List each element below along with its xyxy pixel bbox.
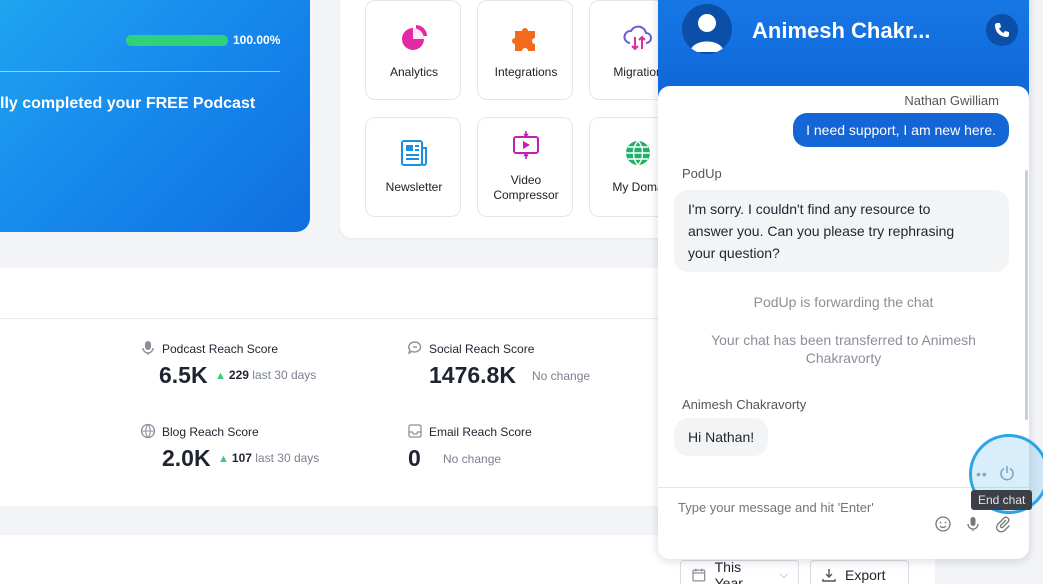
user-icon xyxy=(690,14,724,52)
emoji-icon[interactable] xyxy=(934,515,952,533)
card-divider xyxy=(0,71,280,72)
inbox-icon xyxy=(408,424,422,438)
end-chat-tooltip: End chat xyxy=(971,490,1033,510)
microphone-icon[interactable] xyxy=(964,515,982,533)
message-bubble-user: I need support, I am new here. xyxy=(793,113,1009,147)
stat-delta: ▲ 107 last 30 days xyxy=(218,451,320,465)
message-bubble-agent: Hi Nathan! xyxy=(674,418,769,456)
app-analytics[interactable]: Analytics xyxy=(365,0,461,100)
progress-bar xyxy=(126,35,228,46)
pie-chart-icon xyxy=(366,21,462,55)
puzzle-icon xyxy=(478,21,574,55)
message-sender-bot: PodUp xyxy=(682,166,722,181)
call-button[interactable] xyxy=(986,14,1018,46)
message-bubble-bot: I'm sorry. I couldn't find any resource … xyxy=(674,190,1009,272)
message-input[interactable] xyxy=(678,500,938,515)
chat-messages: Nathan Gwilliam I need support, I am new… xyxy=(658,86,1029,486)
stat-value: 1476.8K xyxy=(429,362,516,388)
panel-divider xyxy=(0,318,680,319)
agent-name: Animesh Chakr... xyxy=(752,18,931,43)
globe-icon xyxy=(140,423,156,439)
message-sender-agent: Animesh Chakravorty xyxy=(682,397,807,412)
stat-title: Social Reach Score xyxy=(429,342,535,356)
reach-scores-panel: Podcast Reach Score 6.5K ▲ 229 last 30 da… xyxy=(0,268,680,506)
stat-value: 6.5K xyxy=(159,362,208,388)
message-sender-user: Nathan Gwilliam xyxy=(904,93,999,108)
phone-icon xyxy=(995,23,1009,37)
stat-value: 0 xyxy=(408,445,421,471)
power-icon[interactable] xyxy=(998,464,1016,482)
newsletter-icon xyxy=(366,136,462,170)
system-message: PodUp is forwarding the chat xyxy=(753,294,934,310)
stat-title: Email Reach Score xyxy=(429,425,532,439)
onboarding-progress-card: 100.00% lly completed your FREE Podcast xyxy=(0,0,310,232)
progress-bar-fill xyxy=(126,35,228,46)
system-message-transfer: Your chat has been transferred to Animes… xyxy=(711,332,976,366)
app-newsletter[interactable]: Newsletter xyxy=(365,117,461,217)
more-options-icon[interactable]: •• xyxy=(976,466,988,482)
stat-title: Blog Reach Score xyxy=(162,425,259,439)
app-label-line2: Compressor xyxy=(493,188,559,202)
export-label: Export xyxy=(845,567,886,583)
download-icon xyxy=(822,569,836,582)
stat-status: No change xyxy=(532,369,591,383)
app-label: Analytics xyxy=(389,65,439,79)
app-label: Integrations xyxy=(494,65,558,79)
apps-panel: Analytics Integrations Migration Newslet… xyxy=(340,0,700,238)
app-video-compressor[interactable]: Video Compressor xyxy=(477,117,573,217)
stat-value: 2.0K xyxy=(162,445,211,471)
app-integrations[interactable]: Integrations xyxy=(477,0,573,100)
export-button[interactable]: Export xyxy=(810,560,909,584)
progress-message: lly completed your FREE Podcast xyxy=(0,95,256,112)
progress-percent: 100.00% xyxy=(233,33,281,47)
video-compress-icon xyxy=(478,128,574,162)
microphone-icon xyxy=(142,341,154,355)
calendar-icon xyxy=(692,568,706,582)
app-label-line1: Video xyxy=(510,173,542,187)
chat-scrollbar[interactable] xyxy=(1025,170,1028,420)
stat-delta: ▲ 229 last 30 days xyxy=(215,368,317,382)
chat-bubble-icon xyxy=(407,341,422,355)
period-select-button[interactable]: This Year ⌵ xyxy=(680,559,799,584)
app-label: Newsletter xyxy=(385,180,443,194)
chevron-down-icon: ⌵ xyxy=(779,568,788,581)
chat-header: Animesh Chakr... xyxy=(658,0,1029,100)
stat-title: Podcast Reach Score xyxy=(162,342,279,356)
stat-status: No change xyxy=(443,452,502,466)
attachment-icon[interactable] xyxy=(994,515,1012,533)
agent-avatar xyxy=(682,4,732,54)
period-select-label: This Year xyxy=(714,559,743,584)
